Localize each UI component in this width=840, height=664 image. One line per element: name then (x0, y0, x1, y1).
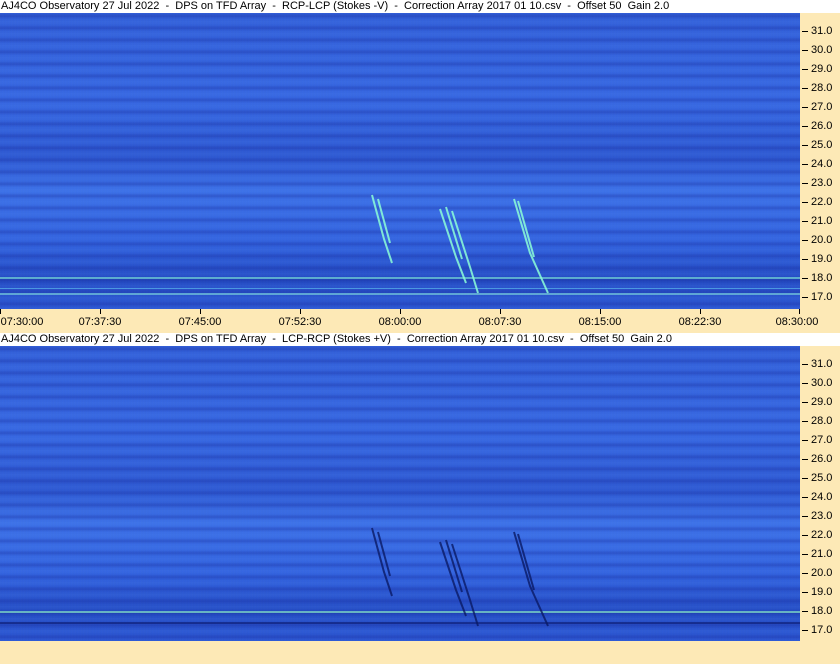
top-burst-overlay (371, 194, 549, 294)
y-tick: 24.0 (800, 491, 840, 503)
y-tick: 20.0 (800, 567, 840, 579)
bottom-strip (0, 641, 840, 664)
y-tick: 20.0 (800, 234, 840, 246)
burst-streak (371, 527, 393, 597)
y-tick: 26.0 (800, 120, 840, 132)
y-tick: 19.0 (800, 253, 840, 265)
y-tick: 22.0 (800, 196, 840, 208)
y-tick: 17.0 (800, 624, 840, 636)
y-tick: 28.0 (800, 415, 840, 427)
top-y-axis: 31.0 30.0 29.0 28.0 27.0 26.0 25.0 24.0 … (800, 13, 840, 309)
burst-streak (517, 533, 535, 591)
top-spectrogram[interactable] (0, 13, 800, 309)
y-tick: 17.0 (800, 291, 840, 303)
y-tick: 31.0 (800, 358, 840, 370)
y-tick: 22.0 (800, 529, 840, 541)
y-tick: 31.0 (800, 25, 840, 37)
y-tick: 30.0 (800, 44, 840, 56)
top-panel-title: AJ4CO Observatory 27 Jul 2022 - DPS on T… (0, 0, 840, 13)
y-tick: 18.0 (800, 272, 840, 284)
y-tick: 24.0 (800, 158, 840, 170)
y-tick: 23.0 (800, 510, 840, 522)
y-tick: 27.0 (800, 101, 840, 113)
y-tick: 27.0 (800, 434, 840, 446)
y-tick: 18.0 (800, 605, 840, 617)
y-tick: 26.0 (800, 453, 840, 465)
time-axis: 07:30:00 07:37:30 07:45:00 07:52:30 08:0… (0, 309, 840, 330)
bottom-spectrogram[interactable] (0, 346, 800, 641)
y-tick: 30.0 (800, 377, 840, 389)
burst-streak (439, 541, 467, 617)
y-tick: 23.0 (800, 177, 840, 189)
bottom-panel-title: AJ4CO Observatory 27 Jul 2022 - DPS on T… (0, 333, 840, 346)
y-tick: 21.0 (800, 215, 840, 227)
burst-streak (371, 194, 393, 264)
bottom-burst-overlay (371, 527, 549, 627)
y-tick: 29.0 (800, 63, 840, 75)
burst-streak (517, 200, 535, 258)
y-tick: 19.0 (800, 586, 840, 598)
y-tick: 25.0 (800, 139, 840, 151)
bottom-y-axis: 31.0 30.0 29.0 28.0 27.0 26.0 25.0 24.0 … (800, 346, 840, 641)
y-tick: 21.0 (800, 548, 840, 560)
y-tick: 28.0 (800, 82, 840, 94)
burst-streak (439, 208, 467, 284)
y-tick: 29.0 (800, 396, 840, 408)
y-tick: 25.0 (800, 472, 840, 484)
